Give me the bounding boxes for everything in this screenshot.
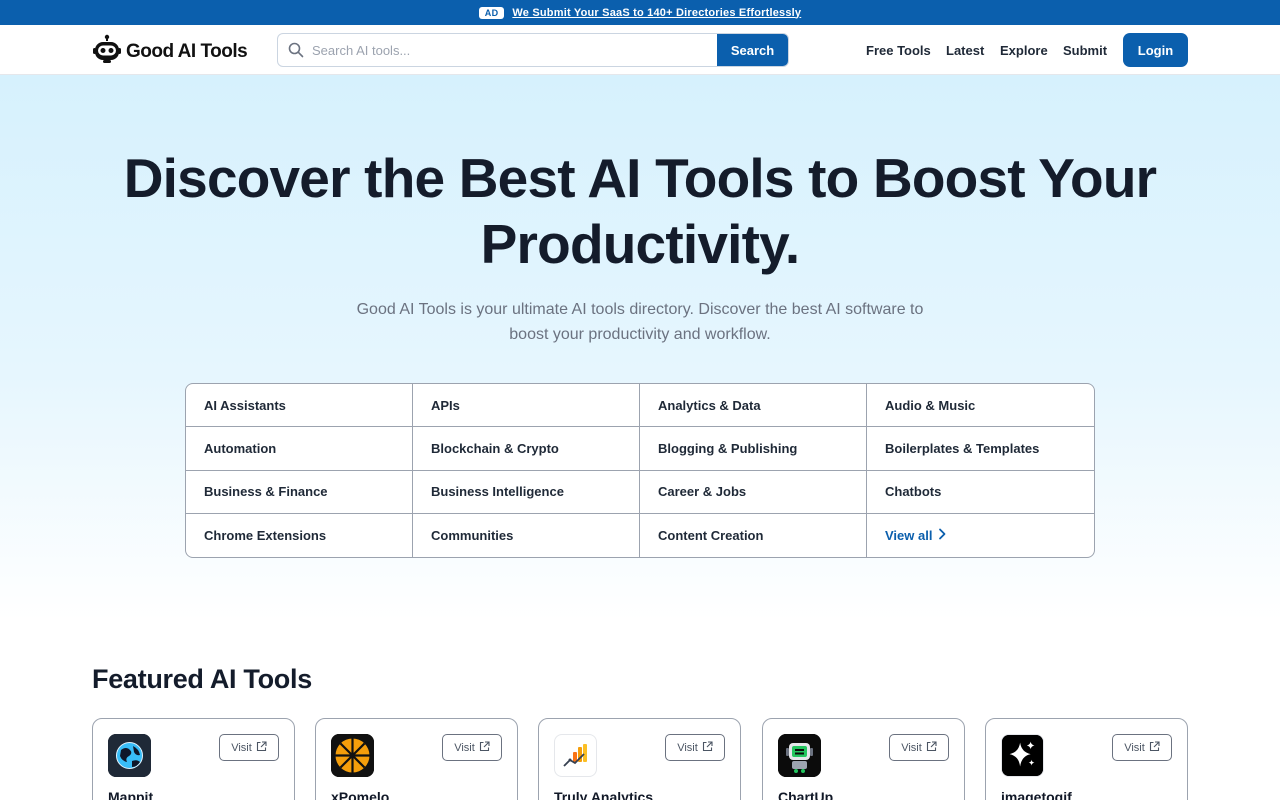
category-item[interactable]: Analytics & Data [640, 384, 867, 428]
hero-subtitle: Good AI Tools is your ultimate AI tools … [340, 297, 940, 347]
ad-link[interactable]: We Submit Your SaaS to 140+ Directories … [512, 7, 801, 19]
category-item[interactable]: AI Assistants [186, 384, 413, 428]
sparkle-icon [1001, 734, 1044, 777]
robot-logo-icon [92, 34, 122, 69]
tool-card[interactable]: Visit Truly Analytics [538, 718, 741, 800]
nav-latest[interactable]: Latest [946, 25, 984, 75]
visit-label: Visit [231, 741, 252, 754]
category-item[interactable]: Blogging & Publishing [640, 427, 867, 471]
tool-name[interactable]: xPomelo [331, 789, 389, 800]
category-item[interactable]: Automation [186, 427, 413, 471]
category-item[interactable]: Boilerplates & Templates [867, 427, 1094, 471]
search-input[interactable] [310, 34, 717, 66]
external-link-icon [702, 740, 713, 755]
site-header: Good AI Tools Search Free Tools Latest E… [0, 25, 1280, 75]
view-all-label: View all [885, 527, 933, 543]
external-link-icon [926, 740, 937, 755]
hero-title-line1: Discover the Best AI Tools to Boost Your [123, 147, 1157, 209]
category-item[interactable]: Audio & Music [867, 384, 1094, 428]
nav-free-tools[interactable]: Free Tools [866, 25, 931, 75]
category-item[interactable]: Communities [413, 513, 640, 557]
visit-label: Visit [677, 741, 698, 754]
external-link-icon [479, 740, 490, 755]
ad-badge: AD [478, 6, 505, 19]
category-grid: AI Assistants APIs Analytics & Data Audi… [185, 383, 1095, 558]
external-link-icon [1149, 740, 1160, 755]
category-item[interactable]: Blockchain & Crypto [413, 427, 640, 471]
category-item[interactable]: Career & Jobs [640, 470, 867, 514]
hero-title-line2: Productivity. [480, 213, 800, 275]
nav-explore[interactable]: Explore [1000, 25, 1048, 75]
nav-submit-label[interactable]: Submit [1063, 43, 1107, 58]
brand-logo[interactable]: Good AI Tools [92, 34, 248, 69]
view-all-link[interactable]: View all [867, 514, 1094, 557]
tool-name[interactable]: ChartUp [778, 789, 833, 800]
visit-button[interactable]: Visit [442, 734, 502, 761]
tool-card[interactable]: Visit Mappit [92, 718, 295, 800]
category-item[interactable]: Content Creation [640, 513, 867, 557]
external-link-icon [256, 740, 267, 755]
tool-card[interactable]: Visit xPomelo [315, 718, 518, 800]
search-button[interactable]: Search [717, 34, 788, 66]
chevron-right-icon [938, 528, 946, 543]
visit-label: Visit [454, 741, 475, 754]
globe-icon [108, 734, 151, 777]
category-item[interactable]: Business Intelligence [413, 470, 640, 514]
analytics-chart-icon [554, 734, 597, 777]
category-item[interactable]: Chrome Extensions [186, 513, 413, 557]
tool-name[interactable]: imagetogif [1001, 789, 1072, 800]
tool-name[interactable]: Truly Analytics [554, 789, 653, 800]
visit-button[interactable]: Visit [665, 734, 725, 761]
tool-card[interactable]: Visit imagetogif [985, 718, 1188, 800]
visit-button[interactable]: Visit [889, 734, 949, 761]
search-bar: Search [277, 33, 789, 67]
nav-latest-label[interactable]: Latest [946, 43, 984, 58]
visit-label: Visit [901, 741, 922, 754]
visit-button[interactable]: Visit [219, 734, 279, 761]
nav-submit[interactable]: Submit [1063, 25, 1107, 75]
featured-section-title: Featured AI Tools [92, 664, 312, 694]
visit-label: Visit [1124, 741, 1145, 754]
robot-chart-icon [778, 734, 821, 777]
hero-subtitle-line1: Good AI Tools is your ultimate AI tools … [356, 301, 924, 318]
tool-card[interactable]: Visit ChartUp [762, 718, 965, 800]
login-button[interactable]: Login [1123, 33, 1188, 67]
ad-banner[interactable]: AD We Submit Your SaaS to 140+ Directori… [0, 0, 1280, 25]
category-item[interactable]: Chatbots [867, 471, 1094, 514]
hero-subtitle-line2: boost your productivity and workflow. [509, 326, 771, 343]
hero-title: Discover the Best AI Tools to Boost Your… [0, 145, 1280, 277]
category-item[interactable]: APIs [413, 384, 640, 428]
nav-free-tools-label[interactable]: Free Tools [866, 43, 931, 58]
category-item[interactable]: Business & Finance [186, 470, 413, 514]
search-icon [278, 34, 310, 66]
tool-name[interactable]: Mappit [108, 789, 153, 800]
pomelo-slice-icon [331, 734, 374, 777]
visit-button[interactable]: Visit [1112, 734, 1172, 761]
brand-name: Good AI Tools [126, 40, 248, 62]
nav-explore-label[interactable]: Explore [1000, 43, 1048, 58]
